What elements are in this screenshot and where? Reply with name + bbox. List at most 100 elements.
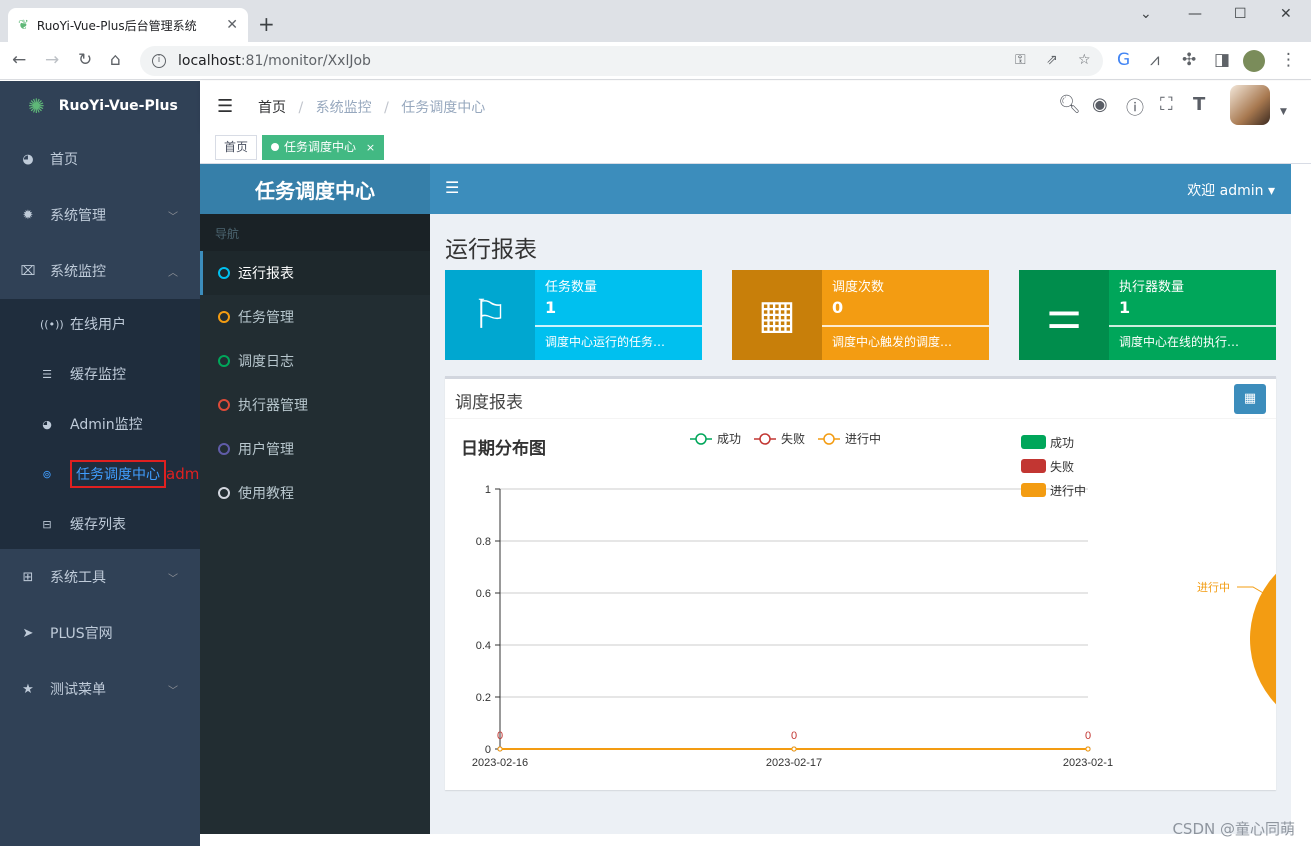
progress-bar <box>535 325 702 327</box>
y-tick-label: 0.8 <box>476 536 491 548</box>
chevron-down-icon[interactable]: ⌄ <box>1140 6 1152 22</box>
browser-menu-icon[interactable]: ⋮ <box>1280 50 1297 70</box>
xxl-nav-users[interactable]: 用户管理 <box>200 427 430 471</box>
sidebar-item-label: 缓存列表 <box>70 517 126 533</box>
pie-label-line <box>1237 586 1266 595</box>
circle-icon <box>218 443 230 455</box>
xxl-nav-label: 用户管理 <box>238 442 294 458</box>
sidebar-item-online[interactable]: ((•)) 在线用户 <box>0 299 200 349</box>
data-label: 0 <box>1085 730 1091 742</box>
info-box-value: 1 <box>1119 298 1131 317</box>
sidebar-item-label: PLUS官网 <box>50 626 113 642</box>
monitor-submenu: ((•)) 在线用户 ☰ 缓存监控 ◕ Admin监控 ⊚ 任务调度中心 ⊟ 缓… <box>0 299 200 549</box>
sidebar-item-cache-list[interactable]: ⊟ 缓存列表 <box>0 499 200 549</box>
close-tab-icon[interactable]: ✕ <box>226 17 238 33</box>
bookmark-star-icon[interactable]: ☆ <box>1078 52 1091 68</box>
calendar-icon: ▦ <box>732 270 822 360</box>
sidebar-item-tool[interactable]: ⊞ 系统工具 ﹀ <box>0 549 200 605</box>
chart-area: 0 0.2 0.4 0.6 0.8 1 2023-02-16 2023-02-17 2023-0… <box>472 431 1276 769</box>
watermark: CSDN @童心同萌 <box>1172 820 1295 838</box>
xxl-nav-label: 执行器管理 <box>238 398 308 414</box>
chevron-down-icon: ﹀ <box>168 211 178 223</box>
xxl-nav-label: 使用教程 <box>238 486 294 502</box>
xxl-logo[interactable]: 任务调度中心 <box>200 164 430 214</box>
close-window-icon[interactable]: ✕ <box>1280 6 1292 22</box>
sidebar-item-home[interactable]: ◕ 首页 <box>0 131 200 187</box>
circle-icon <box>218 355 230 367</box>
tool-icon: ⊞ <box>22 569 34 585</box>
xxl-nav-help[interactable]: 使用教程 <box>200 471 430 515</box>
reload-icon[interactable]: ↻ <box>78 50 92 70</box>
legend-marker <box>759 433 771 445</box>
legend-label: 成功 <box>717 432 741 446</box>
info-box-label: 任务数量 <box>545 280 598 295</box>
caret-down-icon[interactable]: ▼ <box>1280 107 1287 117</box>
address-bar[interactable]: i localhost:81/monitor/XxlJob <box>140 46 1103 76</box>
x-tick-label: 2023-02-1 <box>1063 757 1113 769</box>
guide-icon: ➤ <box>22 625 34 641</box>
extensions-puzzle-icon[interactable]: ✣ <box>1182 50 1196 70</box>
logo-icon: ✺ <box>28 94 45 118</box>
sidebar-item-system[interactable]: ✹ 系统管理 ﹀ <box>0 187 200 243</box>
tag-label: 任务调度中心 <box>284 140 357 154</box>
xxl-nav-label: 任务管理 <box>238 310 294 326</box>
minimize-icon[interactable]: — <box>1188 6 1202 22</box>
share-icon[interactable]: ⇗ <box>1046 52 1058 68</box>
logo-title: RuoYi-Vue-Plus <box>58 98 178 114</box>
maximize-icon[interactable]: ☐ <box>1234 6 1247 22</box>
legend-label: 失败 <box>781 431 805 446</box>
back-icon[interactable]: ← <box>12 50 26 70</box>
sidepanel-icon[interactable]: ◨ <box>1214 50 1230 70</box>
close-tag-icon[interactable]: × <box>366 141 375 154</box>
progress-bar <box>822 325 989 327</box>
data-point <box>791 746 797 752</box>
tag-home[interactable]: 首页 <box>215 135 258 160</box>
sidebar-item-label: 缓存监控 <box>70 367 126 383</box>
forward-icon[interactable]: → <box>45 50 59 70</box>
avatar[interactable] <box>1230 85 1270 125</box>
profile-avatar[interactable] <box>1243 50 1265 72</box>
breadcrumb-separator: / <box>384 100 389 116</box>
question-icon[interactable]: ⓘ <box>1126 94 1144 120</box>
hamburger-icon[interactable]: ☰ <box>445 178 459 197</box>
search-icon[interactable]: 🔍︎ <box>1058 94 1081 115</box>
home-icon[interactable]: ⌂ <box>110 50 121 70</box>
xxl-nav-jobs[interactable]: 任务管理 <box>200 295 430 339</box>
xxl-nav-label: 调度日志 <box>238 354 294 370</box>
x-tick-label: 2023-02-16 <box>472 757 528 769</box>
breadcrumb-item[interactable]: 首页 <box>258 100 286 116</box>
sidebar-item-admin[interactable]: ◕ Admin监控 <box>0 399 200 449</box>
scrollbar[interactable] <box>1291 164 1311 834</box>
xxl-nav-report[interactable]: 运行报表 <box>200 251 430 295</box>
redis-list-icon: ⊟ <box>42 517 52 531</box>
sidebar-item-cache[interactable]: ☰ 缓存监控 <box>0 349 200 399</box>
fullscreen-icon[interactable]: ⛶ <box>1160 94 1173 115</box>
sidebar-item-plus[interactable]: ➤ PLUS官网 <box>0 605 200 661</box>
pie-label: 进行中 <box>1197 581 1230 594</box>
sidebar-item-label: 系统监控 <box>50 264 106 280</box>
key-icon[interactable]: ⚿ <box>1015 52 1026 68</box>
info-box-executors: ⚌ 执行器数量 1 调度中心在线的执行… <box>1019 270 1276 360</box>
font-size-icon[interactable]: T <box>1193 94 1205 115</box>
user-menu[interactable]: 欢迎 admin ▾ <box>1187 180 1275 200</box>
sidebar-item-demo[interactable]: ★ 测试菜单 ﹀ <box>0 661 200 717</box>
site-info-icon[interactable]: i <box>152 54 166 68</box>
sidebar-logo[interactable]: ✺ RuoYi-Vue-Plus <box>0 81 200 131</box>
browser-tab[interactable]: ❦ RuoYi-Vue-Plus后台管理系统 ✕ <box>8 8 248 42</box>
xxl-nav-executors[interactable]: 执行器管理 <box>200 383 430 427</box>
xxl-nav-logs[interactable]: 调度日志 <box>200 339 430 383</box>
hamburger-icon[interactable]: ☰ <box>217 96 233 117</box>
extension-chart-icon[interactable]: ⩘ <box>1150 50 1160 70</box>
browser-tabstrip: ❦ RuoYi-Vue-Plus后台管理系统 ✕ + ⌄ — ☐ ✕ <box>0 0 1311 42</box>
translate-icon[interactable]: G <box>1117 50 1130 70</box>
github-icon[interactable]: ◉ <box>1092 94 1108 115</box>
circle-icon <box>218 487 230 499</box>
tag-xxljob[interactable]: 任务调度中心 × <box>262 135 385 160</box>
monitor-icon: ⌧ <box>20 263 36 279</box>
sidebar-item-monitor[interactable]: ⌧ 系统监控 ︿ <box>0 243 200 299</box>
data-point <box>497 746 503 752</box>
new-tab-button[interactable]: + <box>258 12 275 36</box>
date-picker-button[interactable]: ▦ <box>1234 384 1266 414</box>
xxl-sidebar: 任务调度中心 导航 运行报表 任务管理 调度日志 执行器管理 用户管理 使用教程 <box>200 164 430 834</box>
tags-view: 首页 任务调度中心 × <box>200 131 1311 164</box>
